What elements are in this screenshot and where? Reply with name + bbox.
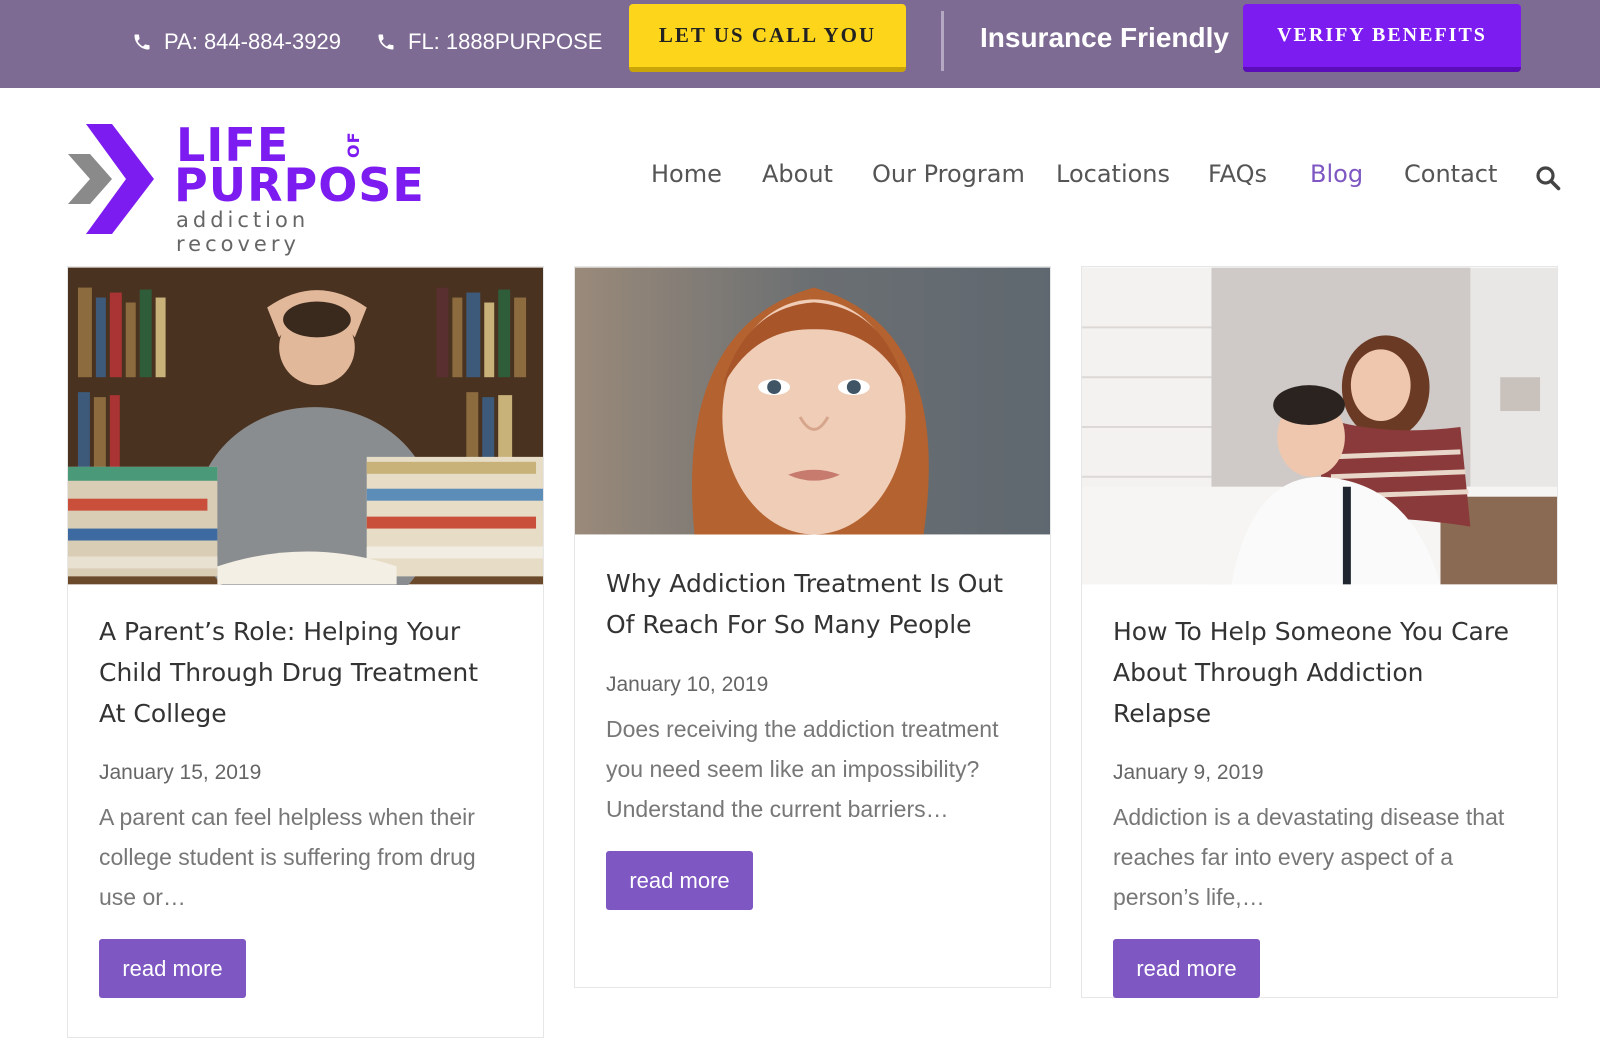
phone-icon (134, 34, 150, 50)
insurance-friendly-text: Insurance Friendly (980, 22, 1229, 53)
topbar-divider (941, 11, 944, 71)
post-image-student-studying[interactable] (68, 267, 543, 585)
read-more-button[interactable]: read more (606, 851, 753, 910)
post-image-couple-comforting[interactable] (1082, 267, 1557, 585)
post-date: January 9, 2019 (1113, 761, 1264, 784)
phone-fl-link[interactable]: FL: 1888PURPOSE (376, 27, 602, 57)
nav-home[interactable]: Home (651, 160, 722, 188)
post-title[interactable]: A Parent’s Role: Helping Your Child Thro… (99, 611, 512, 734)
search-icon[interactable] (1535, 165, 1561, 191)
phone-fl-text: FL: 1888PURPOSE (408, 29, 603, 54)
post-image-sad-woman[interactable] (575, 267, 1050, 535)
post-excerpt: A parent can feel helpless when their co… (99, 804, 476, 910)
logo-chevron-icon (68, 124, 154, 234)
top-bar: PA: 844-884-3929 FL: 1888PURPOSE LET US … (0, 0, 1600, 88)
post-excerpt: Does receiving the addiction treatment y… (606, 716, 999, 822)
nav-our-program[interactable]: Our Program (872, 160, 1025, 188)
nav-locations[interactable]: Locations (1056, 160, 1170, 188)
verify-benefits-button[interactable]: VERIFY BENEFITS (1243, 4, 1521, 72)
nav-contact[interactable]: Contact (1404, 160, 1497, 188)
phone-pa-link[interactable]: PA: 844-884-3929 (132, 27, 341, 57)
blog-card: How To Help Someone You Care About Throu… (1081, 266, 1558, 998)
logo-text-purpose: PURPOSE (174, 158, 425, 212)
phone-icon (378, 34, 394, 50)
nav-blog[interactable]: Blog (1310, 160, 1363, 188)
nav-about[interactable]: About (762, 160, 833, 188)
post-excerpt: Addiction is a devastating disease that … (1113, 804, 1505, 910)
let-us-call-you-button[interactable]: LET US CALL YOU (629, 4, 906, 72)
logo-text-of: OF (344, 131, 363, 158)
post-date: January 10, 2019 (606, 673, 769, 696)
post-date: January 15, 2019 (99, 761, 262, 784)
phone-pa-text: PA: 844-884-3929 (164, 29, 341, 54)
post-title[interactable]: How To Help Someone You Care About Throu… (1113, 611, 1526, 734)
blog-card: Why Addiction Treatment Is Out Of Reach … (574, 266, 1051, 988)
post-title[interactable]: Why Addiction Treatment Is Out Of Reach … (606, 563, 1019, 645)
site-logo[interactable]: LIFE OF PURPOSE addiction recovery (68, 118, 428, 256)
nav-faqs[interactable]: FAQs (1208, 160, 1267, 188)
blog-card: A Parent’s Role: Helping Your Child Thro… (67, 266, 544, 1038)
logo-tagline: addiction recovery (176, 208, 310, 256)
read-more-button[interactable]: read more (1113, 939, 1260, 998)
read-more-button[interactable]: read more (99, 939, 246, 998)
